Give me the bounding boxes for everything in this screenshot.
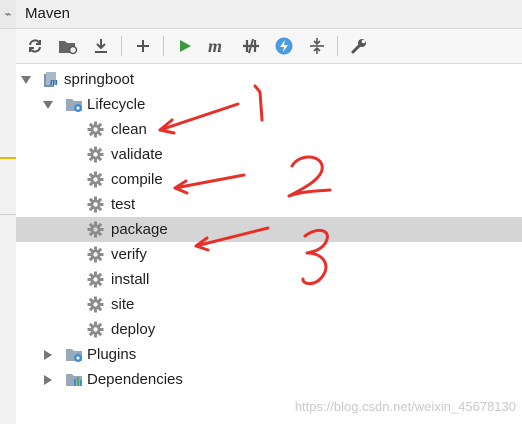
expand-arrow-icon[interactable] — [44, 375, 52, 385]
run-icon[interactable] — [174, 35, 196, 57]
watermark: https://blog.csdn.net/weixin_45678130 — [294, 399, 516, 414]
editor-highlight-bar — [0, 157, 16, 159]
dependencies-label: Dependencies — [87, 371, 183, 388]
goal-label: verify — [111, 246, 147, 263]
gear-icon — [87, 171, 104, 188]
reimport-icon[interactable] — [24, 35, 46, 57]
gear-icon — [87, 196, 104, 213]
gear-icon — [87, 246, 104, 263]
tree-node-plugins[interactable]: Plugins — [16, 342, 522, 367]
execute-goal-icon[interactable]: m — [207, 35, 229, 57]
goal-label: compile — [111, 171, 163, 188]
gear-icon — [87, 221, 104, 238]
toggle-offline-icon[interactable] — [240, 35, 262, 57]
download-icon[interactable] — [90, 35, 112, 57]
gear-icon — [87, 121, 104, 138]
toolbar-separator — [121, 36, 122, 56]
gear-icon — [87, 321, 104, 338]
generate-sources-icon[interactable] — [57, 35, 79, 57]
goal-label: package — [111, 221, 168, 238]
folder-gear-icon — [65, 96, 82, 113]
goal-label: test — [111, 196, 136, 213]
expand-arrow-icon[interactable] — [44, 350, 52, 360]
add-icon[interactable] — [132, 35, 154, 57]
gear-icon — [87, 296, 104, 313]
lifecycle-label: Lifecycle — [87, 96, 146, 113]
tree-goal-site[interactable]: site — [16, 292, 522, 317]
project-label: springboot — [64, 71, 135, 88]
tree-goal-compile[interactable]: compile — [16, 167, 522, 192]
maven-tool-window: Maven m m springboot Lifecycle clean val… — [16, 0, 522, 424]
goal-label: validate — [111, 146, 163, 163]
goal-label: deploy — [111, 321, 156, 338]
gear-icon — [87, 146, 104, 163]
folder-gear-icon — [65, 346, 82, 363]
panel-title: Maven — [16, 0, 522, 29]
tree-goal-validate[interactable]: validate — [16, 142, 522, 167]
tree-goal-test[interactable]: test — [16, 192, 522, 217]
expand-arrow-icon[interactable] — [43, 101, 53, 109]
editor-code-fragment — [0, 34, 14, 48]
svg-text:m: m — [50, 77, 58, 88]
tree-node-dependencies[interactable]: Dependencies — [16, 367, 522, 392]
expand-arrow-icon[interactable] — [21, 76, 31, 84]
svg-text:m: m — [208, 37, 222, 55]
collapse-all-icon[interactable] — [306, 35, 328, 57]
tree-goal-clean[interactable]: clean — [16, 117, 522, 142]
gear-icon — [87, 271, 104, 288]
toolbar-separator — [337, 36, 338, 56]
folder-library-icon — [65, 371, 82, 388]
goal-label: clean — [111, 121, 147, 138]
maven-project-icon: m — [43, 71, 60, 88]
tree-goal-package[interactable]: package — [16, 217, 522, 242]
tree-goal-deploy[interactable]: deploy — [16, 317, 522, 342]
tree-goal-install[interactable]: install — [16, 267, 522, 292]
skip-tests-icon[interactable] — [273, 35, 295, 57]
tree-node-lifecycle[interactable]: Lifecycle — [16, 92, 522, 117]
maven-toolbar: m — [16, 29, 522, 64]
settings-wrench-icon[interactable] — [348, 35, 370, 57]
editor-divider — [0, 214, 16, 215]
goal-label: install — [111, 271, 150, 288]
tree-node-project[interactable]: m springboot — [16, 67, 522, 92]
plugins-label: Plugins — [87, 346, 137, 363]
tree-goal-verify[interactable]: verify — [16, 242, 522, 267]
toolbar-separator — [163, 36, 164, 56]
maven-project-tree: m springboot Lifecycle clean validate co… — [16, 67, 522, 392]
editor-tab-fragment: ⌁ — [0, 0, 16, 29]
editor-strip: ⌁ — [0, 0, 17, 424]
goal-label: site — [111, 296, 135, 313]
